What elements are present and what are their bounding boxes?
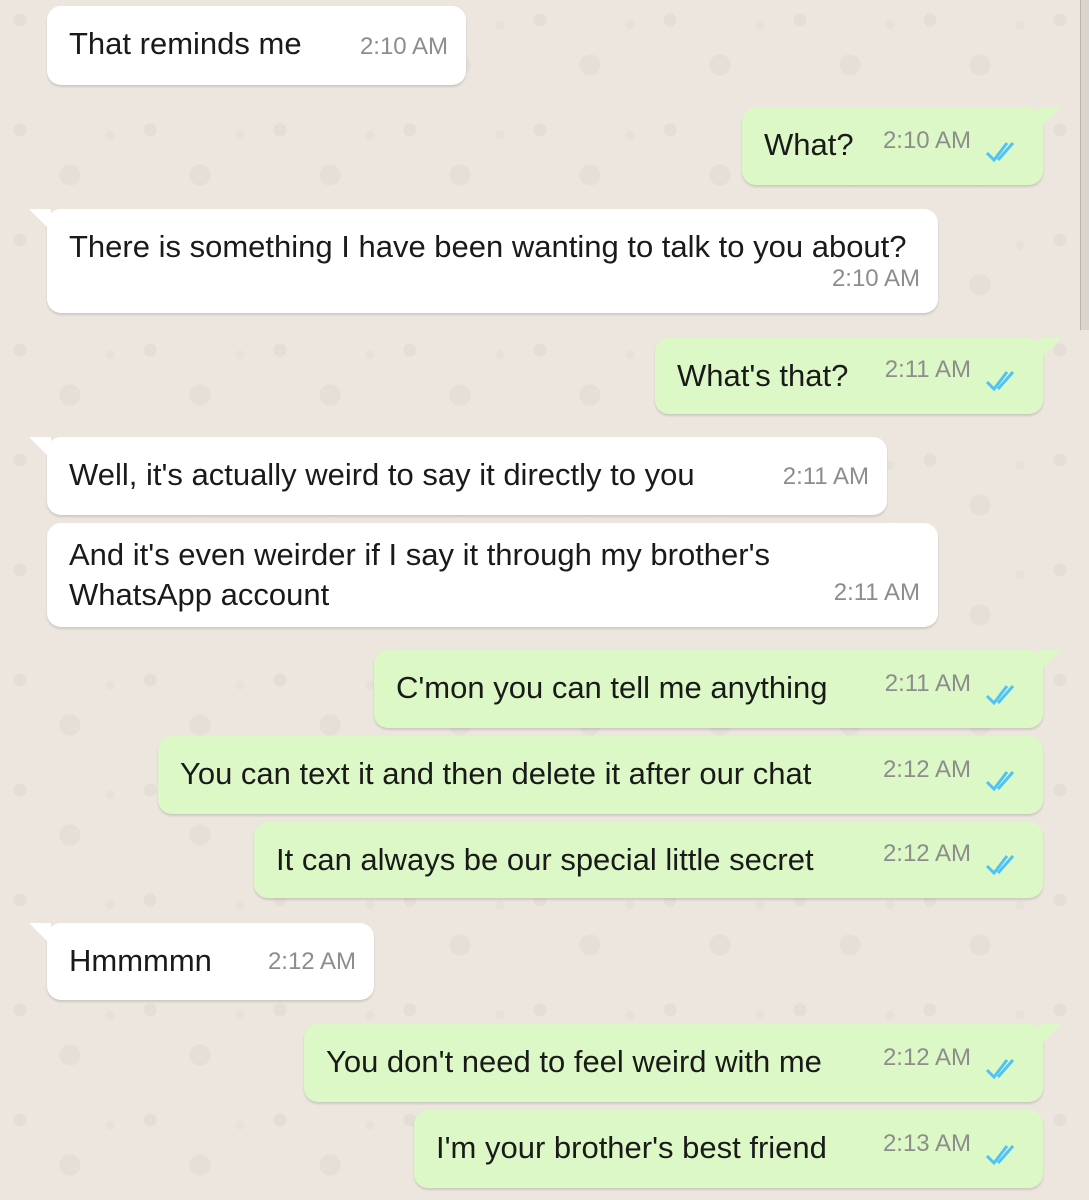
double-check-icon bbox=[985, 142, 1015, 163]
message-text: What's that? bbox=[677, 358, 849, 393]
message-bubble-incoming[interactable]: That reminds me 2:10 AM bbox=[47, 6, 466, 85]
message-timestamp: 2:10 AM bbox=[359, 33, 448, 60]
message-text: It can always be our special little secr… bbox=[276, 842, 814, 877]
message-timestamp: 2:11 AM bbox=[833, 579, 920, 606]
message-text: What? bbox=[764, 127, 854, 162]
message-text: And it's even weirder if I say it throug… bbox=[69, 537, 771, 612]
message-timestamp: 2:13 AM bbox=[882, 1130, 971, 1157]
message-bubble-incoming[interactable]: Hmmmmn 2:12 AM bbox=[29, 923, 374, 1000]
message-timestamp: 2:10 AM bbox=[831, 265, 920, 292]
message-timestamp: 2:11 AM bbox=[782, 463, 869, 490]
message-text: There is something I have been wanting t… bbox=[69, 229, 907, 264]
message-bubble-outgoing[interactable]: C'mon you can tell me anything 2:11 AM bbox=[374, 650, 1061, 728]
double-check-icon bbox=[985, 855, 1015, 876]
message-bubble-outgoing[interactable]: What's that? 2:11 AM bbox=[655, 338, 1061, 414]
message-bubble-incoming[interactable]: And it's even weirder if I say it throug… bbox=[47, 523, 938, 627]
message-text: Hmmmmn bbox=[69, 943, 212, 978]
message-bubble-incoming[interactable]: There is something I have been wanting t… bbox=[29, 209, 938, 313]
double-check-icon bbox=[985, 371, 1015, 392]
message-timestamp: 2:12 AM bbox=[267, 948, 356, 975]
message-bubble-outgoing[interactable]: What? 2:10 AM bbox=[742, 107, 1061, 185]
message-text: Well, it's actually weird to say it dire… bbox=[69, 457, 695, 492]
scrollbar-thumb[interactable] bbox=[1080, 0, 1089, 330]
double-check-icon bbox=[985, 771, 1015, 792]
double-check-icon bbox=[985, 1059, 1015, 1080]
double-check-icon bbox=[985, 685, 1015, 706]
message-text: That reminds me bbox=[69, 26, 302, 61]
message-timestamp: 2:11 AM bbox=[884, 356, 971, 383]
message-timestamp: 2:12 AM bbox=[882, 756, 971, 783]
message-timestamp: 2:10 AM bbox=[882, 127, 971, 154]
message-bubble-incoming[interactable]: Well, it's actually weird to say it dire… bbox=[29, 437, 887, 515]
double-check-icon bbox=[985, 1145, 1015, 1166]
message-timestamp: 2:11 AM bbox=[884, 670, 971, 697]
message-text: C'mon you can tell me anything bbox=[396, 670, 828, 705]
message-timestamp: 2:12 AM bbox=[882, 1044, 971, 1071]
message-text: I'm your brother's best friend bbox=[436, 1130, 827, 1165]
message-bubble-outgoing[interactable]: You can text it and then delete it after… bbox=[158, 736, 1043, 814]
message-bubble-outgoing[interactable]: I'm your brother's best friend 2:13 AM bbox=[414, 1110, 1043, 1188]
message-bubble-outgoing[interactable]: You don't need to feel weird with me 2:1… bbox=[304, 1024, 1061, 1102]
message-timestamp: 2:12 AM bbox=[882, 840, 971, 867]
message-text: You can text it and then delete it after… bbox=[180, 756, 812, 791]
message-bubble-outgoing[interactable]: It can always be our special little secr… bbox=[254, 822, 1043, 898]
message-text: You don't need to feel weird with me bbox=[326, 1044, 822, 1079]
